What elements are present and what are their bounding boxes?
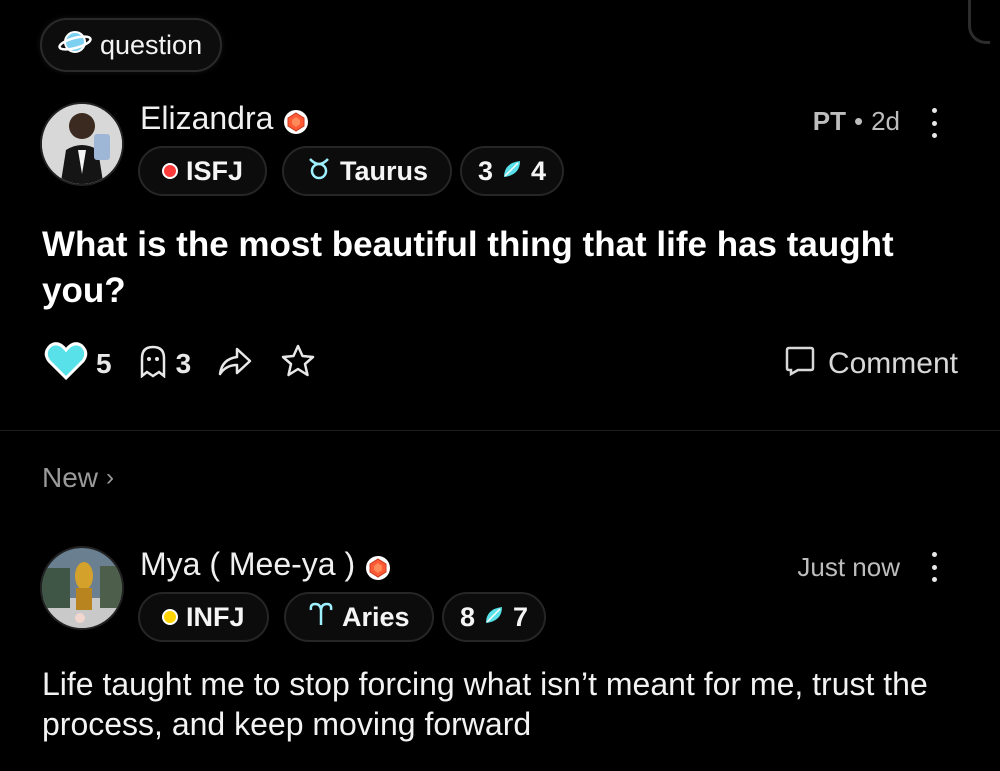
heart-icon <box>44 341 88 388</box>
zodiac-label: Taurus <box>340 155 429 186</box>
comments-count-button[interactable]: 3 <box>138 344 192 385</box>
chevron-right-icon: › <box>106 464 115 491</box>
post-author-name-row: Elizandra <box>140 100 309 137</box>
comment-button[interactable]: Comment <box>784 342 958 386</box>
mbti-label: ISFJ <box>186 155 244 186</box>
topic-label: question <box>100 29 203 60</box>
planet-icon <box>58 28 92 63</box>
reply-mbti-label: INFJ <box>186 601 245 632</box>
avatar[interactable] <box>40 102 124 186</box>
taurus-icon <box>306 155 332 188</box>
share-icon <box>217 345 253 384</box>
level-right: 4 <box>531 155 547 186</box>
level-badge[interactable]: 3 4 <box>460 146 565 196</box>
leaf-icon <box>501 156 523 187</box>
more-options-icon[interactable] <box>930 552 938 582</box>
reply-zodiac-badge[interactable]: Aries <box>284 592 434 642</box>
sort-new-button[interactable]: New › <box>42 462 114 494</box>
reply-level-left: 8 <box>460 601 476 632</box>
post-tag: PT <box>812 106 846 136</box>
post-actions: 5 3 <box>44 341 333 388</box>
leaf-icon <box>483 602 505 633</box>
favorite-button[interactable] <box>279 343 317 386</box>
mbti-dot-icon <box>162 609 178 625</box>
more-options-icon[interactable] <box>930 108 938 138</box>
reply-level-right: 7 <box>513 601 529 632</box>
zodiac-badge[interactable]: Taurus <box>282 146 453 196</box>
reply-mbti-badge[interactable]: INFJ <box>138 592 269 642</box>
reply-author-name-row: Mya ( Mee-ya ) <box>140 546 391 583</box>
comment-button-label: Comment <box>827 347 958 380</box>
like-button[interactable]: 5 <box>44 341 112 388</box>
star-icon <box>279 343 317 386</box>
post-author-name[interactable]: Elizandra <box>140 100 273 137</box>
level-left: 3 <box>478 155 494 186</box>
mbti-badge[interactable]: ISFJ <box>138 146 268 196</box>
meta-separator: • <box>853 106 864 136</box>
gem-icon <box>365 552 391 580</box>
gem-icon <box>283 106 309 134</box>
ghost-icon <box>138 344 168 385</box>
sort-label: New <box>42 462 99 493</box>
mbti-dot-icon <box>162 163 178 179</box>
reply-zodiac-label: Aries <box>342 601 410 632</box>
edge-bracket <box>968 0 990 44</box>
reply-time: Just now <box>797 552 900 582</box>
post-title[interactable]: What is the most beautiful thing that li… <box>42 222 942 314</box>
reply-avatar[interactable] <box>40 546 124 630</box>
comment-bubble-icon <box>784 344 816 384</box>
reply-author-name[interactable]: Mya ( Mee-ya ) <box>140 546 355 583</box>
topic-pill[interactable]: question <box>40 18 223 72</box>
aries-icon <box>308 601 334 634</box>
comment-count: 3 <box>175 348 192 379</box>
divider <box>0 430 1000 431</box>
like-count: 5 <box>96 348 112 379</box>
reply-text[interactable]: Life taught me to stop forcing what isn’… <box>42 664 962 744</box>
reply-level-badge[interactable]: 8 7 <box>442 592 547 642</box>
post-time: 2d <box>871 106 900 136</box>
post-meta: PT • 2d <box>813 106 900 137</box>
share-button[interactable] <box>217 345 253 384</box>
